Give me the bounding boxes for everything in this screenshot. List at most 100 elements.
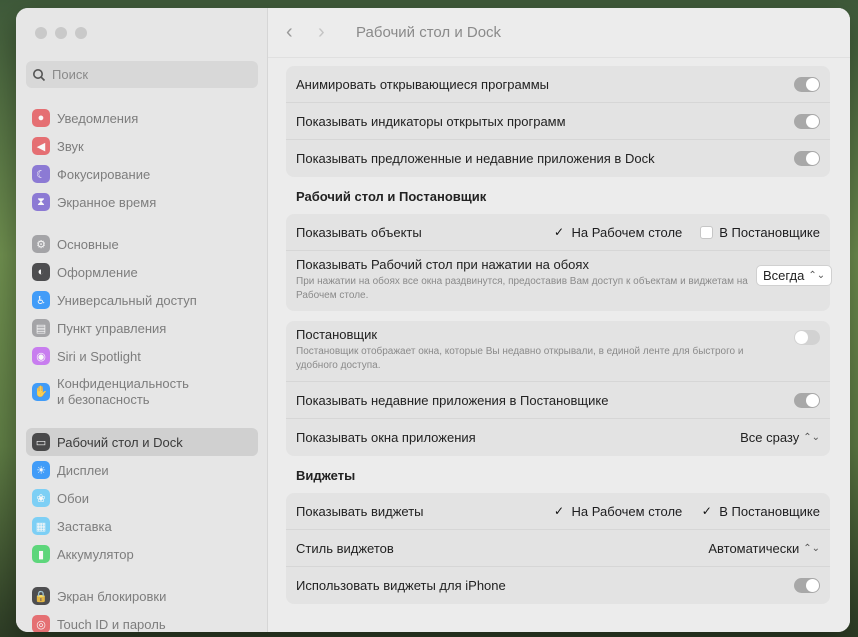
checkmark-icon: ✓ [554,225,565,239]
sidebar-item[interactable]: ◀ Звук [26,132,258,160]
stage-manager-label: Постановщик [296,327,378,342]
sidebar-divider [26,216,258,230]
suggested-apps-label: Показывать предложенные и недавние прило… [296,151,655,166]
sidebar-item[interactable]: 🔒 Экран блокировки [26,582,258,610]
show-widgets-manager-label: В Постановщике [719,503,820,519]
minimize-window-button[interactable] [55,27,67,39]
search-field[interactable]: Поиск [26,61,258,88]
speaker-icon: ◀ [32,137,50,155]
sidebar-item[interactable]: ◐ Оформление [26,258,258,286]
back-button[interactable]: ‹ [286,21,318,44]
sidebar-item[interactable]: ▭ Рабочий стол и Dock [26,428,258,456]
widget-style-label: Стиль виджетов [296,540,394,556]
show-items-label: Показывать объекты [296,224,422,240]
app-windows-value: Все сразу [740,430,800,445]
sidebar-item[interactable]: ☾ Фокусирование [26,160,258,188]
show-items-desktop-checkbox[interactable]: ✓ На Рабочем столе [553,224,683,240]
sidebar-item[interactable]: ◉ Siri и Spotlight [26,342,258,370]
iphone-widgets-row: Использовать виджеты для iPhone [286,567,830,604]
recent-apps-row: Показывать недавние приложения в Постано… [286,382,830,419]
show-items-manager-checkbox[interactable]: В Постановщике [700,225,820,240]
show-widgets-desktop-label: На Рабочем столе [571,503,683,519]
suggested-apps-row: Показывать предложенные и недавние прило… [286,140,830,177]
fingerprint-icon: ◎ [32,615,50,632]
sidebar-item[interactable]: ▦ Заставка [26,512,258,540]
accessibility-icon: ♿ [32,291,50,309]
sidebar-item-label: Уведомления [57,110,139,126]
sidebar-divider [26,414,258,428]
settings-window: Поиск ● Уведомления ◀ Звук ☾ Фокусирование ⧗ Эк… [16,8,850,632]
show-widgets-label: Показывать виджеты [296,503,424,519]
click-wallpaper-label: Показывать Рабочий стол при нажатии на о… [296,257,589,272]
hourglass-icon: ⧗ [32,193,50,211]
app-windows-label: Показывать окна приложения [296,430,476,445]
show-items-checks: ✓ На Рабочем столе В Постановщике [553,225,820,240]
sidebar-item-label: Пункт управления [57,320,167,336]
sidebar-item-label: Основные [57,236,119,252]
sidebar-item[interactable]: ⚙ Основные [26,230,258,258]
click-wallpaper-value: Всегда [763,268,805,283]
show-widgets-desktop-checkbox[interactable]: ✓ На Рабочем столе [553,503,683,519]
indicators-label: Показывать индикаторы открытых программ [296,113,566,129]
iphone-widgets-label: Использовать виджеты для iPhone [296,578,506,593]
checkmark-icon: ✓ [701,504,712,518]
stage-manager-group: Постановщик Постановщик отображает окна,… [286,321,830,456]
desktop-group: Показывать объекты ✓ На Рабочем столе В … [286,214,833,311]
widget-style-popup[interactable]: Автоматически ⌃⌄ [708,541,820,556]
search-icon [33,68,46,81]
sidebar-nav: ● Уведомления ◀ Звук ☾ Фокусирование ⧗ Экранное… [26,104,258,632]
animate-apps-row: Анимировать открывающиеся программы [286,66,830,103]
sidebar-item[interactable]: ⧗ Экранное время [26,188,258,216]
sidebar-item[interactable]: ☀ Дисплеи [26,456,258,484]
show-widgets-manager-checkbox[interactable]: ✓ В Постановщике [700,504,820,519]
click-wallpaper-description: При нажатии на обоях все окна раздвинутс… [296,276,748,301]
lock-icon: 🔒 [32,587,50,605]
updown-chevron-icon: ⌃⌄ [808,270,826,281]
sidebar-item[interactable]: ❀ Обои [26,484,258,512]
sidebar-item[interactable]: ◎ Touch ID и пароль [26,610,258,632]
sidebar-item[interactable]: ✋ Конфиденциальность и безопасность [26,370,258,414]
show-items-manager-label: В Постановщике [719,224,820,240]
app-windows-popup[interactable]: Все сразу ⌃⌄ [740,430,820,445]
screensaver-icon: ▦ [32,517,50,535]
recent-apps-toggle[interactable] [794,392,820,408]
battery-icon: ▮ [32,545,50,563]
animate-apps-toggle[interactable] [794,76,820,92]
sidebar-item[interactable]: ▤ Пункт управления [26,314,258,342]
forward-button[interactable]: › [318,21,350,44]
empty-checkbox-icon [700,225,714,239]
iphone-widgets-toggle[interactable] [794,578,820,593]
zoom-window-button[interactable] [75,27,87,39]
show-widgets-checks: ✓ На Рабочем столе ✓ В Постановщике [553,504,820,519]
click-wallpaper-popup[interactable]: Всегда ⌃⌄ [756,265,833,286]
sidebar-item[interactable]: ● Уведомления [26,104,258,132]
sidebar-item-label: Звук [57,138,84,154]
gear-icon: ⚙ [32,235,50,253]
checkmark-icon: ✓ [554,504,565,518]
sidebar-item-label: Конфиденциальность и безопасность [57,376,189,407]
sidebar-item-label: Siri и Spotlight [57,348,141,364]
dock-options-group: Анимировать открывающиеся программы Пока… [286,66,830,177]
suggested-apps-toggle[interactable] [794,151,820,166]
widgets-group: Показывать виджеты ✓ На Рабочем столе ✓ … [286,493,830,604]
stage-manager-description: Постановщик отображает окна, которые Вы … [296,346,744,371]
sidebar-item-label: Touch ID и пароль [57,616,166,632]
show-items-desktop-label: На Рабочем столе [571,224,683,240]
click-wallpaper-row: Показывать Рабочий стол при нажатии на о… [286,251,833,311]
stage-manager-row: Постановщик Постановщик отображает окна,… [286,321,830,382]
wallpaper-icon: ❀ [32,489,50,507]
sidebar-item[interactable]: ▮ Аккумулятор [26,540,258,568]
indicators-toggle[interactable] [794,113,820,129]
widget-style-value: Автоматически [708,540,800,556]
sidebar-item-label: Заставка [57,518,112,534]
control-center-icon: ▤ [32,319,50,337]
sidebar-item-label: Оформление [57,264,138,280]
page-title: Рабочий стол и Dock [356,24,502,41]
widget-style-row: Стиль виджетов Автоматически ⌃⌄ [286,530,830,567]
indicators-row: Показывать индикаторы открытых программ [286,103,830,140]
stage-manager-toggle[interactable] [794,330,820,345]
dock-icon: ▭ [32,433,50,451]
sidebar-item[interactable]: ♿ Универсальный доступ [26,286,258,314]
sidebar-item-label: Экранное время [57,194,157,210]
close-window-button[interactable] [35,27,47,39]
